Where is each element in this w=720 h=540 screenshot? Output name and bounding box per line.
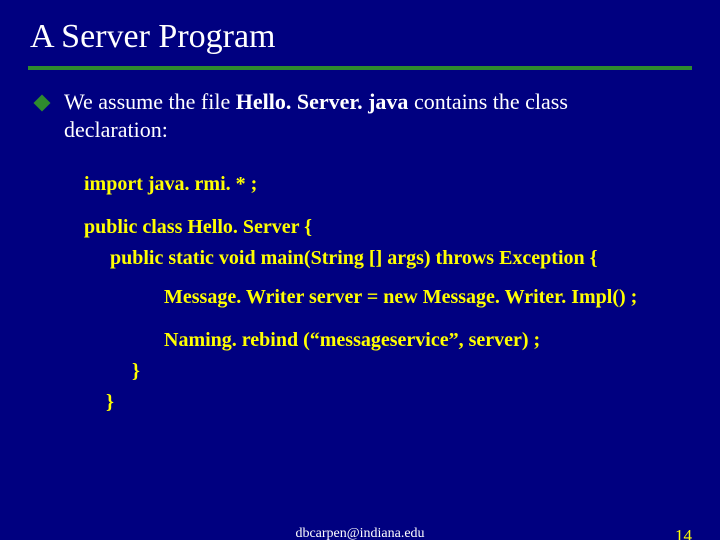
diamond-bullet-icon <box>34 95 51 112</box>
page-number: 14 <box>675 526 692 540</box>
slide: A Server Program We assume the file Hell… <box>0 0 720 540</box>
footer-email: dbcarpen@indiana.edu <box>295 526 424 540</box>
code-line-import: import java. rmi. * ; <box>84 169 692 200</box>
slide-title: A Server Program <box>30 18 692 56</box>
code-line-main: public static void main(String [] args) … <box>84 243 692 274</box>
bullet-item: We assume the file Hello. Server. java c… <box>36 88 672 143</box>
bullet-text: We assume the file Hello. Server. java c… <box>64 88 672 143</box>
code-line-close-outer: } <box>84 387 692 418</box>
code-line-close-inner: } <box>84 356 692 387</box>
code-block: import java. rmi. * ; public class Hello… <box>84 169 692 418</box>
code-line-rebind: Naming. rebind (“messageservice”, server… <box>84 325 692 356</box>
code-line-server-new: Message. Writer server = new Message. Wr… <box>84 282 692 313</box>
title-rule <box>28 66 692 70</box>
bullet-filename: Hello. Server. java <box>236 89 409 114</box>
code-line-class: public class Hello. Server { <box>84 212 692 243</box>
bullet-pre: We assume the file <box>64 89 236 114</box>
